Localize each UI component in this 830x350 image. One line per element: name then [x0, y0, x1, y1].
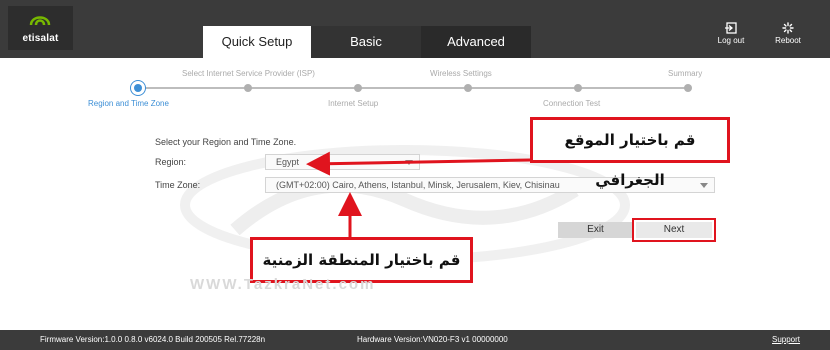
step-dot-internet — [354, 84, 362, 92]
tab-quick-setup[interactable]: Quick Setup — [203, 26, 311, 58]
reboot-icon — [782, 22, 794, 34]
tab-basic[interactable]: Basic — [311, 26, 421, 58]
progress-track — [138, 87, 690, 89]
reboot-label: Reboot — [775, 36, 801, 45]
step-label-summary: Summary — [668, 69, 703, 78]
region-select[interactable]: Egypt — [265, 154, 420, 170]
top-header: etisalat Quick Setup Basic Advanced Log … — [0, 0, 830, 58]
region-callout: قم باختيار الموقع الجغرافي — [530, 117, 730, 189]
logout-button[interactable]: Log out — [711, 22, 751, 45]
timezone-label: Time Zone: — [155, 180, 201, 190]
region-label: Region: — [155, 157, 187, 167]
firmware-version: Firmware Version:1.0.0 0.8.0 v6024.0 Bui… — [40, 335, 266, 344]
brand-name: etisalat — [22, 33, 59, 44]
router-quick-setup-page: etisalat Quick Setup Basic Advanced Log … — [0, 0, 830, 350]
step-label-connection: Connection Test — [543, 99, 601, 108]
step-dot-isp — [244, 84, 252, 92]
chevron-down-icon — [405, 160, 413, 165]
step-label-wireless: Wireless Settings — [430, 69, 492, 78]
support-link[interactable]: Support — [772, 330, 800, 350]
step-dot-wireless — [464, 84, 472, 92]
tab-advanced[interactable]: Advanced — [421, 26, 531, 58]
etisalat-logo-mark-icon — [29, 16, 51, 26]
etisalat-logo: etisalat — [8, 6, 73, 50]
logout-label: Log out — [717, 36, 745, 45]
watermark-text: WWW.TazkraNet.com — [190, 276, 376, 293]
step-dot-connection — [574, 84, 582, 92]
step-dot-summary — [684, 84, 692, 92]
step-label-region: Region and Time Zone — [88, 99, 169, 108]
step-label-isp: Select Internet Service Provider (ISP) — [182, 69, 315, 78]
footer-bar: Firmware Version:1.0.0 0.8.0 v6024.0 Bui… — [0, 330, 830, 350]
hardware-version: Hardware Version:VN020-F3 v1 00000000 — [357, 335, 508, 344]
chevron-down-icon — [700, 183, 708, 188]
form-instruction: Select your Region and Time Zone. — [155, 137, 297, 147]
step-dot-region — [134, 84, 142, 92]
region-value: Egypt — [276, 157, 300, 167]
timezone-value: (GMT+02:00) Cairo, Athens, Istanbul, Min… — [276, 180, 560, 190]
step-label-internet: Internet Setup — [328, 99, 379, 108]
logout-icon — [725, 22, 737, 34]
next-button-highlight — [632, 218, 716, 242]
reboot-button[interactable]: Reboot — [768, 22, 808, 45]
exit-button[interactable]: Exit — [558, 222, 633, 238]
